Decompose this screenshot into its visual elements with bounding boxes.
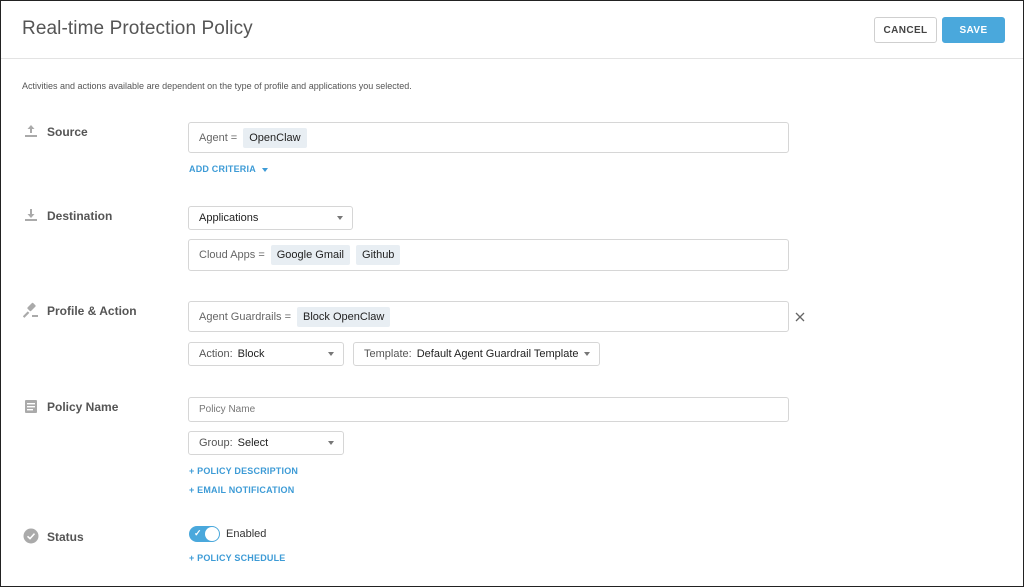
chevron-down-icon xyxy=(337,216,343,220)
check-icon: ✓ xyxy=(194,528,202,538)
profile-chip-block-openclaw[interactable]: Block OpenClaw xyxy=(297,306,391,327)
chevron-down-icon xyxy=(584,352,590,356)
status-label: Status xyxy=(47,530,84,544)
profile-action-label: Profile & Action xyxy=(47,304,137,318)
page-header: Real-time Protection Policy CANCEL SAVE xyxy=(1,1,1023,59)
group-select[interactable]: Group: Select xyxy=(188,431,344,455)
policy-editor-window: Real-time Protection Policy CANCEL SAVE … xyxy=(0,0,1024,587)
action-select-label: Action: xyxy=(199,348,233,360)
save-button[interactable]: SAVE xyxy=(942,17,1005,43)
page-title: Real-time Protection Policy xyxy=(22,18,253,39)
cloud-apps-field-label: Cloud Apps = xyxy=(199,249,265,261)
policy-description-link[interactable]: + POLICY DESCRIPTION xyxy=(189,466,298,476)
source-criteria-field[interactable]: Agent = OpenClaw xyxy=(188,122,789,153)
status-toggle[interactable]: ✓ xyxy=(189,526,220,542)
check-circle-icon xyxy=(23,528,39,544)
template-select-label: Template: xyxy=(364,348,412,360)
action-select-value: Block xyxy=(237,348,265,360)
destination-chip-gmail[interactable]: Google Gmail xyxy=(270,245,351,265)
destination-type-select[interactable]: Applications xyxy=(188,206,353,230)
action-select[interactable]: Action: Block xyxy=(188,342,344,366)
destination-chip-github[interactable]: Github xyxy=(356,245,401,265)
source-chip-openclaw[interactable]: OpenClaw xyxy=(243,127,307,148)
document-icon xyxy=(23,398,39,414)
add-criteria-label: ADD CRITERIA xyxy=(189,164,256,174)
group-select-value: Select xyxy=(237,437,269,449)
download-icon xyxy=(23,207,39,223)
chevron-down-icon xyxy=(261,167,268,172)
policy-name-label: Policy Name xyxy=(47,400,119,414)
chevron-down-icon xyxy=(328,441,334,445)
policy-schedule-link[interactable]: + POLICY SCHEDULE xyxy=(189,553,286,563)
agent-guardrails-field[interactable]: Agent Guardrails = Block OpenClaw xyxy=(188,301,789,332)
policy-name-input[interactable]: Policy Name xyxy=(188,397,789,422)
group-select-label: Group: xyxy=(199,437,233,449)
agent-field-label: Agent = xyxy=(199,131,238,144)
cloud-apps-field[interactable]: Cloud Apps = Google Gmail Github xyxy=(188,239,789,271)
cancel-button[interactable]: CANCEL xyxy=(874,17,937,43)
add-criteria-link[interactable]: ADD CRITERIA xyxy=(189,164,268,174)
intro-text: Activities and actions available are dep… xyxy=(22,81,412,91)
status-toggle-text: Enabled xyxy=(226,528,267,540)
email-notification-link[interactable]: + EMAIL NOTIFICATION xyxy=(189,485,294,495)
chevron-down-icon xyxy=(328,352,334,356)
close-icon[interactable] xyxy=(794,310,806,322)
toggle-knob xyxy=(205,527,219,541)
destination-label: Destination xyxy=(47,209,113,223)
destination-type-value: Applications xyxy=(199,212,259,224)
gavel-icon xyxy=(23,302,39,318)
policy-name-placeholder: Policy Name xyxy=(199,404,256,415)
source-label: Source xyxy=(47,125,88,139)
upload-icon xyxy=(23,123,39,139)
template-select[interactable]: Template: Default Agent Guardrail Templa… xyxy=(353,342,600,366)
agent-guardrails-field-label: Agent Guardrails = xyxy=(199,310,292,323)
template-select-value: Default Agent Guardrail Template xyxy=(416,348,579,360)
